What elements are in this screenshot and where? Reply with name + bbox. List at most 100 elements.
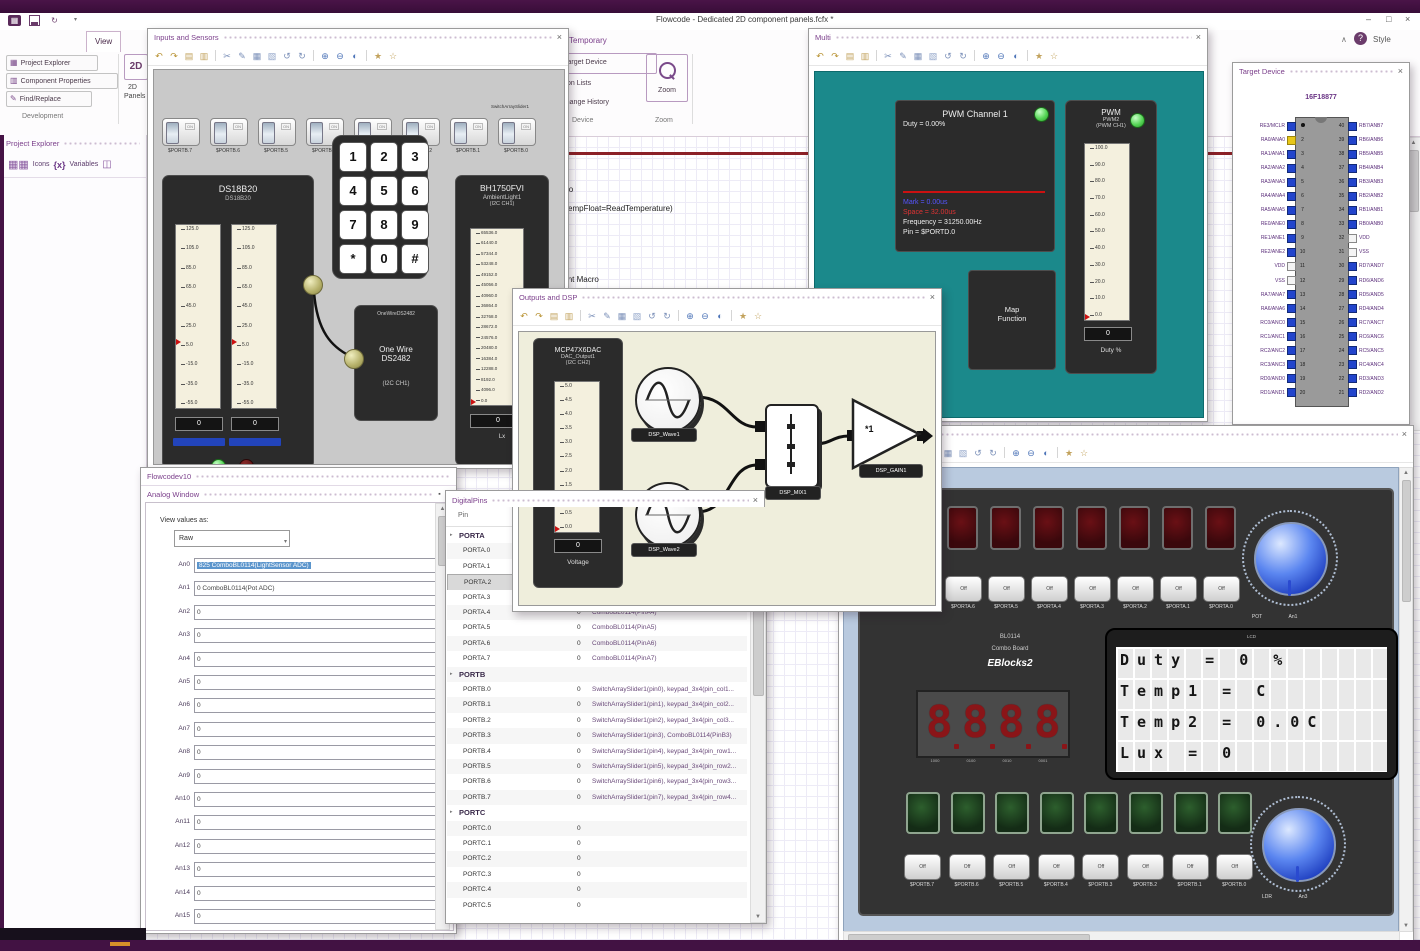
portb-switch-button[interactable]: Off	[1171, 854, 1209, 880]
tool-undo-icon[interactable]: ↶	[814, 50, 826, 62]
inputs-titlebar[interactable]: Inputs and Sensors ×	[148, 29, 568, 46]
tool-grid-icon[interactable]: ▦	[251, 50, 263, 62]
tool-copy-icon[interactable]: ▤	[548, 310, 560, 322]
digital-pin-row[interactable]: PORTA.5 0 ComboBL0114(PinA5)	[447, 620, 747, 636]
macros-icon[interactable]: ◫	[102, 159, 111, 170]
tool-fill-icon[interactable]: ▧	[266, 50, 278, 62]
tool-cut-icon[interactable]: ✂	[221, 50, 233, 62]
scroll-down-icon[interactable]: ▼	[751, 914, 765, 920]
tool-fill-icon[interactable]: ▧	[631, 310, 643, 322]
close-icon[interactable]: ×	[1196, 33, 1201, 42]
digital-title-row[interactable]: DigitalPins ×	[446, 491, 764, 510]
porta-switch-button[interactable]: Off	[945, 576, 982, 602]
keypad-key[interactable]: 8	[370, 210, 398, 240]
keypad-component[interactable]: 1 2 3 4 5 6 7 8 9 * 0 #	[332, 135, 429, 279]
analog-value-field[interactable]: 0	[194, 815, 436, 831]
tool-fill-icon[interactable]: ▧	[957, 447, 969, 459]
onewire-component[interactable]: OneWireDS2482 One Wire DS2482 (I2C CH1)	[354, 305, 438, 421]
analog-value-field[interactable]: 0	[194, 838, 436, 854]
digital-pin-row[interactable]: PORTB.6 0 SwitchArraySlider1(pin6), keypad…	[447, 774, 747, 790]
digital-pin-row[interactable]: ▸ PORTC	[447, 805, 747, 821]
digital-pin-row[interactable]: PORTA.7 0 ComboBL0114(PinA7)	[447, 651, 747, 667]
tool-redo-icon[interactable]: ↷	[168, 50, 180, 62]
pin-square-icon[interactable]	[1348, 261, 1357, 271]
pin-square-icon[interactable]	[1287, 346, 1296, 356]
digital-pin-row[interactable]: PORTC.4 0	[447, 882, 747, 898]
portb-switch-button[interactable]: Off	[1037, 854, 1075, 880]
analog-value-field[interactable]: 0	[194, 885, 436, 901]
tool-contrast-icon[interactable]: ◐	[714, 310, 726, 322]
dsp-titlebar[interactable]: Outputs and DSP ×	[513, 289, 941, 306]
keypad-key[interactable]: #	[401, 244, 429, 274]
dsp-gain-component[interactable]: *1	[851, 398, 927, 470]
portb-switch-button[interactable]: Off	[1082, 854, 1120, 880]
close-icon[interactable]: ×	[1402, 430, 1407, 439]
pin-square-icon[interactable]	[1348, 388, 1357, 398]
tool-contrast-icon[interactable]: ◐	[349, 50, 361, 62]
scroll-up-icon[interactable]: ▲	[1400, 470, 1412, 476]
project-explorer-button[interactable]: ▦ Project Explorer	[6, 55, 98, 71]
digital-pin-row[interactable]: PORTB.7 0 SwitchArraySlider1(pin7), keypad…	[447, 789, 747, 806]
pin-square-icon[interactable]	[1348, 135, 1357, 145]
switch-rocker[interactable]	[310, 122, 323, 144]
tool-zoom-out-icon[interactable]: ⊖	[334, 50, 346, 62]
tool-zoom-in-icon[interactable]: ⊕	[319, 50, 331, 62]
analog-value-field[interactable]: 0 ComboBL0114(Pot ADC)	[194, 581, 436, 597]
tool-favorite-icon[interactable]: ★	[1063, 447, 1075, 459]
pin-square-icon[interactable]	[1348, 191, 1357, 201]
find-replace-button[interactable]: ✎ Find/Replace	[6, 91, 92, 107]
duty-slider[interactable]: 100.0 90.0 80.0 70.0 60.0 50.0 40.0 30.0 20.0 10.…	[1084, 143, 1130, 321]
tool-contrast-icon[interactable]: ◐	[1040, 447, 1052, 459]
tool-redo-icon[interactable]: ↷	[533, 310, 545, 322]
multi-titlebar[interactable]: Multi ×	[809, 29, 1207, 46]
target-titlebar[interactable]: Target Device ×	[1233, 63, 1409, 80]
close-icon[interactable]: ×	[930, 293, 935, 302]
zoom-button[interactable]: Zoom	[646, 54, 688, 102]
tool-rotate-ccw-icon[interactable]: ↺	[646, 310, 658, 322]
digital-pin-row[interactable]: PORTB.2 0 SwitchArraySlider1(pin2), keypad…	[447, 712, 747, 729]
dsp-canvas[interactable]: MCP47X6DAC DAC_Output1 (I2C CH2) 5.0 4.5 4.0 3…	[518, 331, 936, 606]
chevron-down-icon[interactable]: ▾	[69, 15, 82, 26]
tool-zoom-out-icon[interactable]: ⊖	[1025, 447, 1037, 459]
pin-square-icon[interactable]	[1348, 247, 1357, 257]
pin-square-icon[interactable]	[1348, 219, 1357, 229]
2d-panels-button[interactable]: 2D	[124, 54, 148, 80]
temp-slider-2[interactable]: 125.0 105.0 85.0 65.0 45.0 25.0 5.0 -15.0 -35.0 -…	[231, 224, 277, 409]
pin-square-icon[interactable]	[1287, 290, 1296, 300]
flowcode-panel-titlebar[interactable]: Flowcodev10	[141, 468, 456, 485]
pin-square-icon[interactable]	[1287, 205, 1296, 215]
portb-switch-button[interactable]: Off	[993, 854, 1031, 880]
pin-square-icon[interactable]	[1287, 318, 1296, 328]
analog-value-field[interactable]: 0	[194, 604, 436, 620]
digital-pin-row[interactable]: PORTB.4 0 SwitchArraySlider1(pin4), keypad…	[447, 743, 747, 759]
icons-grid-icon[interactable]: ▦▦	[8, 158, 29, 171]
tool-cut-icon[interactable]: ✂	[882, 50, 894, 62]
switch-rocker[interactable]	[214, 122, 227, 144]
pin-square-icon[interactable]	[1348, 318, 1357, 328]
pin-square-icon[interactable]	[1287, 360, 1296, 370]
toggle-switch[interactable]: ON	[210, 118, 248, 146]
pin-square-icon[interactable]	[1348, 177, 1357, 187]
pin-square-icon[interactable]	[1287, 304, 1296, 314]
tool-favorite-icon[interactable]: ★	[372, 50, 384, 62]
pin-square-icon[interactable]	[1287, 163, 1296, 173]
tool-edit-icon[interactable]: ✎	[601, 310, 613, 322]
tool-contrast-icon[interactable]: ◐	[1010, 50, 1022, 62]
ldr-knob[interactable]	[1262, 808, 1336, 882]
switch-rocker[interactable]	[454, 122, 467, 144]
switch-rocker[interactable]	[166, 122, 179, 144]
tool-favorite-outline-icon[interactable]: ☆	[752, 310, 764, 322]
save-icon[interactable]	[29, 15, 40, 26]
temp-slider-1[interactable]: 125.0 105.0 85.0 65.0 45.0 25.0 5.0 -15.0 -35.0 -…	[175, 224, 221, 409]
dashboard-vscrollbar[interactable]: ▲ ▼	[1399, 467, 1413, 932]
tool-paste-icon[interactable]: ▥	[563, 310, 575, 322]
voltage-slider[interactable]: 5.04.54.03.53.02.52.01.51.00.50.0	[554, 381, 600, 533]
keypad-key[interactable]: 1	[339, 142, 367, 172]
tool-paste-icon[interactable]: ▥	[198, 50, 210, 62]
pin-square-icon[interactable]	[1287, 219, 1296, 229]
tool-grid-icon[interactable]: ▦	[616, 310, 628, 322]
tool-zoom-in-icon[interactable]: ⊕	[980, 50, 992, 62]
variables-icon[interactable]: {x}	[54, 160, 66, 170]
dac-component[interactable]: MCP47X6DAC DAC_Output1 (I2C CH2) 5.0 4.5 4.0 3…	[533, 338, 623, 588]
porta-switch-button[interactable]: Off	[1160, 576, 1197, 602]
